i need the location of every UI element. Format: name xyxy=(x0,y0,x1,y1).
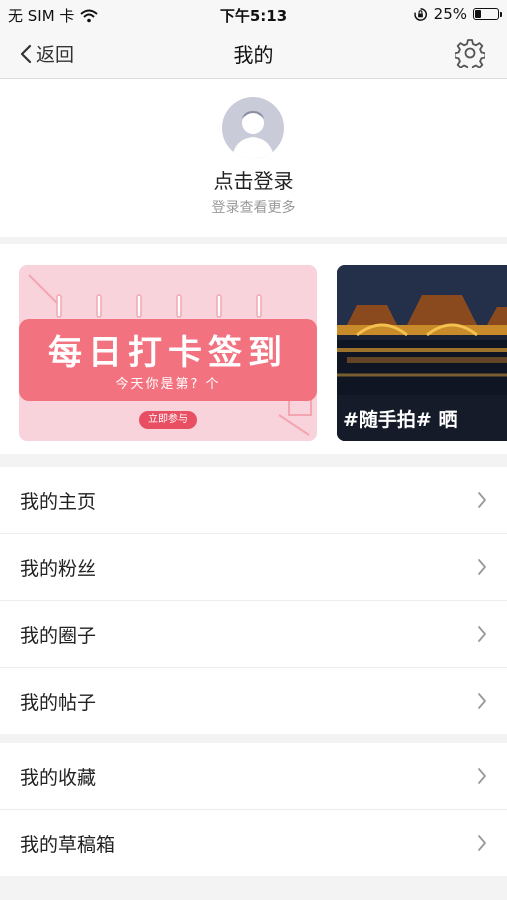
list-item-label: 我的圈子 xyxy=(20,625,97,647)
checkin-banner[interactable]: 每日打卡签到 今天你是第? 个 立即参与 xyxy=(19,265,317,441)
list-group-main: 我的主页 我的粉丝 我的圈子 我的帖子 xyxy=(0,467,507,734)
chevron-right-icon xyxy=(478,559,486,575)
status-bar: 无 SIM 卡 下午5:13 25% xyxy=(0,0,507,28)
list-group-saved: 我的收藏 我的草稿箱 xyxy=(0,743,507,876)
user-icon xyxy=(232,111,274,159)
chevron-right-icon xyxy=(478,835,486,851)
chevron-right-icon xyxy=(478,626,486,642)
checkin-title: 每日打卡签到 xyxy=(48,333,288,373)
list-item-label: 我的帖子 xyxy=(20,692,97,714)
battery-icon xyxy=(473,8,502,20)
list-item-posts[interactable]: 我的帖子 xyxy=(0,668,507,734)
login-title[interactable]: 点击登录 xyxy=(0,165,507,194)
list-item-label: 我的草稿箱 xyxy=(20,834,116,856)
join-now-button[interactable]: 立即参与 xyxy=(139,411,197,429)
list-item-label: 我的粉丝 xyxy=(20,558,97,580)
login-subtitle: 登录查看更多 xyxy=(211,200,296,216)
avatar[interactable] xyxy=(222,97,284,159)
list-item-label: 我的收藏 xyxy=(20,767,97,789)
profile-section[interactable]: 点击登录 登录查看更多 xyxy=(0,79,507,237)
battery-fill xyxy=(475,10,481,18)
checkin-subtitle: 今天你是第? 个 xyxy=(115,377,221,392)
photo-banner[interactable]: #随手拍# 晒 xyxy=(337,265,507,441)
list-item-favorites[interactable]: 我的收藏 xyxy=(0,743,507,810)
list-item-homepage[interactable]: 我的主页 xyxy=(0,467,507,534)
status-right: 25% xyxy=(413,5,502,23)
list-item-circles[interactable]: 我的圈子 xyxy=(0,601,507,668)
rotation-lock-icon xyxy=(413,7,427,21)
chevron-right-icon xyxy=(478,492,486,508)
page-title: 我的 xyxy=(233,43,274,67)
list-item-drafts[interactable]: 我的草稿箱 xyxy=(0,810,507,876)
list-item-fans[interactable]: 我的粉丝 xyxy=(0,534,507,601)
gear-icon[interactable] xyxy=(455,38,485,68)
chevron-right-icon xyxy=(478,768,486,784)
photo-caption: #随手拍# 晒 xyxy=(343,409,458,431)
banner-carousel[interactable]: 每日打卡签到 今天你是第? 个 立即参与 #随手拍# 晒 xyxy=(0,244,507,454)
nav-bar: 返回 我的 xyxy=(0,28,507,79)
battery-percent: 25% xyxy=(433,5,467,23)
list-item-label: 我的主页 xyxy=(20,491,97,513)
chevron-right-icon xyxy=(478,693,486,709)
